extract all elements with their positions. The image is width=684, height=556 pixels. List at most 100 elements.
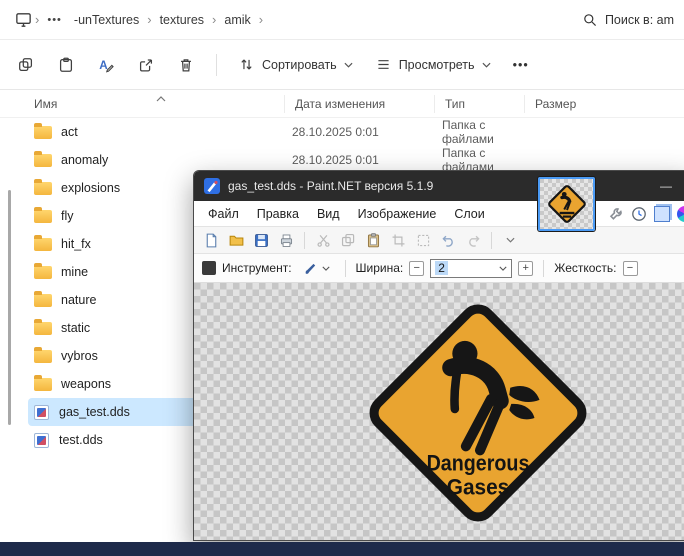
width-value: 2 xyxy=(435,261,448,275)
chevron-right-icon: › xyxy=(145,12,153,27)
item-name: explosions xyxy=(61,181,120,195)
cut-icon xyxy=(315,232,332,249)
tool-picker-button[interactable] xyxy=(298,259,335,278)
taskbar[interactable] xyxy=(0,542,684,556)
item-date: 28.10.2025 0:01 xyxy=(282,125,432,139)
crop-icon xyxy=(390,232,407,249)
delete-button[interactable] xyxy=(168,49,204,81)
chevron-down-icon xyxy=(499,266,507,271)
chevron-down-icon xyxy=(506,237,515,243)
divider xyxy=(543,260,544,277)
palette-toggle-bar xyxy=(608,206,684,225)
search-icon xyxy=(582,12,598,28)
item-icon xyxy=(34,433,49,448)
tool-label: Инструмент: xyxy=(222,261,292,275)
breadcrumb-overflow[interactable]: ••• xyxy=(41,12,68,28)
paint-titlebar[interactable]: gas_test.dds - Paint.NET версия 5.1.9 xyxy=(194,171,684,201)
item-name: anomaly xyxy=(61,153,108,167)
menu-item[interactable]: Слои xyxy=(446,203,492,225)
explorer-toolbar: A Сортировать xyxy=(0,40,684,90)
tool-options-bar: Инструмент: Ширина: − 2 + Жесткость: − xyxy=(194,254,684,283)
device-icon[interactable] xyxy=(14,10,33,29)
chevron-right-icon: › xyxy=(210,12,218,27)
sort-button[interactable]: Сортировать xyxy=(229,49,362,80)
menu-item[interactable]: Файл xyxy=(200,203,247,225)
item-icon xyxy=(34,126,52,139)
new-file-icon xyxy=(203,232,220,249)
item-name: test.dds xyxy=(59,433,103,447)
breadcrumb-item[interactable]: amik xyxy=(218,10,256,30)
sort-ascending-icon xyxy=(156,91,166,105)
new-file-button[interactable] xyxy=(200,230,222,251)
rename-button[interactable]: A xyxy=(88,49,124,81)
menu-item[interactable]: Правка xyxy=(249,203,307,225)
deselect-icon xyxy=(415,232,432,249)
copy-icon xyxy=(17,56,35,74)
menu-item[interactable]: Изображение xyxy=(350,203,445,225)
item-icon xyxy=(34,322,52,335)
print-button[interactable] xyxy=(275,230,297,251)
width-increase-button[interactable]: + xyxy=(518,261,533,276)
open-button[interactable] xyxy=(225,230,247,251)
item-name: hit_fx xyxy=(61,237,91,251)
scrollbar[interactable] xyxy=(8,190,11,425)
view-button[interactable]: Просмотреть xyxy=(366,49,500,80)
copy-button[interactable] xyxy=(8,49,44,81)
save-button[interactable] xyxy=(250,230,272,251)
current-tool-icon xyxy=(202,261,216,275)
table-row[interactable]: act 28.10.2025 0:01 Папка с файлами xyxy=(28,118,684,146)
rename-icon: A xyxy=(97,56,115,74)
hardness-decrease-button[interactable]: − xyxy=(623,261,638,276)
divider xyxy=(491,232,492,249)
column-header-type[interactable]: Тип xyxy=(434,95,524,113)
colors-wheel-icon[interactable] xyxy=(677,206,684,222)
minimize-button[interactable]: — xyxy=(656,177,676,195)
dangerous-gases-sign: Dangerous Gases xyxy=(352,287,604,539)
column-headers: Имя Дата изменения Тип Размер xyxy=(0,90,684,118)
hardness-label: Жесткость: xyxy=(554,261,616,275)
save-icon xyxy=(253,232,270,249)
cut-button[interactable] xyxy=(312,230,334,251)
redo-button[interactable] xyxy=(462,230,484,251)
column-header-date[interactable]: Дата изменения xyxy=(284,95,434,113)
item-name: gas_test.dds xyxy=(59,405,130,419)
layers-icon[interactable] xyxy=(654,206,670,222)
item-icon xyxy=(34,350,52,363)
column-header-size[interactable]: Размер xyxy=(524,95,684,113)
search-input[interactable]: Поиск в: am xyxy=(572,12,674,28)
thumbnail-sign-image xyxy=(544,181,590,227)
toolbar-overflow-button[interactable] xyxy=(499,230,521,251)
paste-icon xyxy=(57,56,75,74)
menu-item[interactable]: Вид xyxy=(309,203,348,225)
paste-icon xyxy=(365,232,382,249)
width-decrease-button[interactable]: − xyxy=(409,261,424,276)
paintnet-window: gas_test.dds - Paint.NET версия 5.1.9 — xyxy=(193,170,684,541)
delete-icon xyxy=(177,56,195,74)
view-icon xyxy=(375,56,392,73)
width-combobox[interactable]: 2 xyxy=(430,259,512,278)
paint-canvas[interactable]: Dangerous Gases xyxy=(194,283,684,540)
image-thumbnail[interactable] xyxy=(538,177,595,231)
paste-button[interactable] xyxy=(48,49,84,81)
copy-button[interactable] xyxy=(337,230,359,251)
item-icon xyxy=(34,210,52,223)
crop-button[interactable] xyxy=(387,230,409,251)
breadcrumb-item[interactable]: -unTextures xyxy=(68,10,145,30)
item-icon xyxy=(34,238,52,251)
breadcrumb-item[interactable]: textures xyxy=(154,10,210,30)
undo-icon xyxy=(440,232,457,249)
undo-button[interactable] xyxy=(437,230,459,251)
paste-button[interactable] xyxy=(362,230,384,251)
paint-toolbar xyxy=(194,227,684,254)
chevron-down-icon xyxy=(482,62,491,68)
item-icon xyxy=(34,294,52,307)
history-clock-icon[interactable] xyxy=(631,206,647,225)
divider xyxy=(216,54,217,76)
tools-wrench-icon[interactable] xyxy=(608,206,624,225)
brush-icon xyxy=(303,261,318,276)
divider xyxy=(304,232,305,249)
item-name: weapons xyxy=(61,377,111,391)
more-button[interactable]: ••• xyxy=(504,51,538,79)
deselect-button[interactable] xyxy=(412,230,434,251)
share-button[interactable] xyxy=(128,49,164,81)
